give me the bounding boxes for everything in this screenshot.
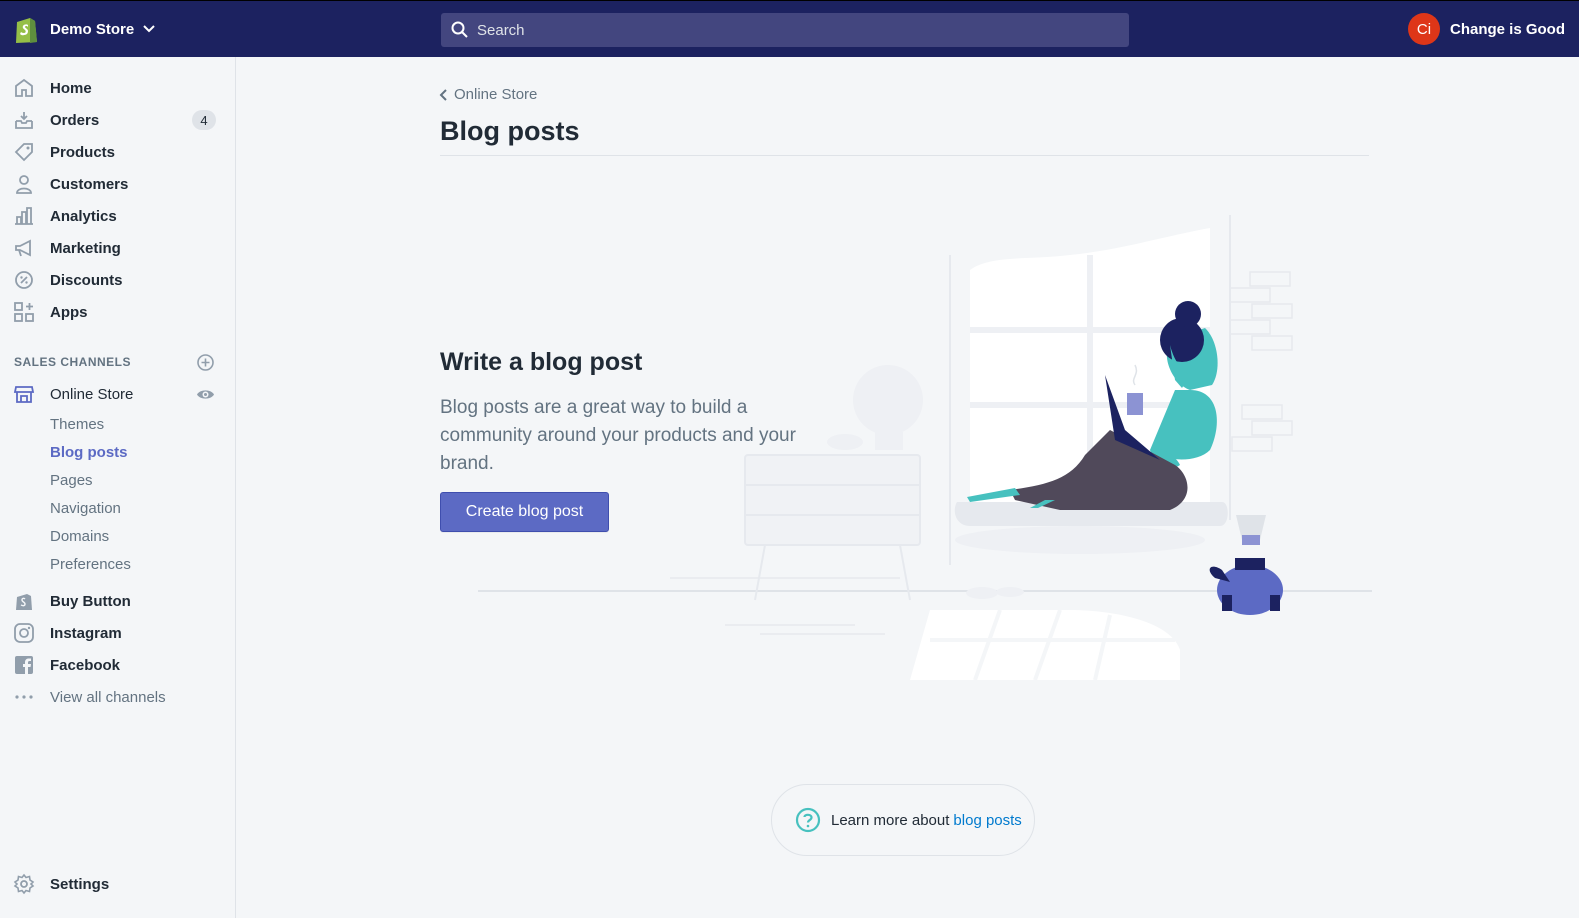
sidebar-item-discounts[interactable]: Discounts [0, 265, 235, 295]
sidebar-item-label: Apps [50, 303, 88, 321]
page-title: Blog posts [440, 116, 580, 146]
sidebar-subitem-preferences[interactable]: Preferences [50, 556, 131, 573]
sidebar-item-label: Home [50, 79, 92, 97]
sidebar: Home Orders 4 Products Customers Analyti… [0, 57, 236, 918]
sales-channels-heading: SALES CHANNELS [14, 355, 132, 369]
facebook-icon [15, 656, 33, 674]
sidebar-item-analytics[interactable]: Analytics [0, 201, 235, 231]
sidebar-item-label: Settings [50, 875, 110, 893]
sidebar-item-marketing[interactable]: Marketing [0, 233, 235, 263]
sidebar-item-label: Facebook [50, 656, 121, 674]
sidebar-item-apps[interactable]: Apps [0, 297, 235, 327]
store-name: Demo Store [50, 20, 135, 38]
sidebar-item-label: Customers [50, 175, 129, 193]
user-menu[interactable]: Ci Change is Good [1407, 13, 1565, 45]
buy-button-icon [16, 594, 32, 610]
instagram-icon [14, 623, 34, 643]
sidebar-item-label: View all channels [50, 688, 166, 706]
store-switcher[interactable]: Demo Store [14, 13, 156, 45]
breadcrumb: Online Store [454, 86, 538, 103]
user-name: Change is Good [1449, 20, 1565, 38]
empty-state-illustration [478, 215, 1372, 681]
sidebar-item-facebook[interactable]: Facebook [0, 650, 235, 680]
sidebar-item-view-all-channels[interactable]: View all channels [0, 682, 235, 712]
blog-posts-help-link[interactable]: blog posts [953, 812, 1021, 829]
home-icon [15, 78, 33, 97]
breadcrumb-back-link[interactable]: Online Store [438, 86, 537, 103]
sidebar-item-label: Marketing [50, 239, 121, 257]
sidebar-item-settings[interactable]: Settings [0, 869, 235, 899]
help-circle-icon [795, 807, 821, 833]
chevron-left-icon [439, 88, 447, 101]
search-placeholder: Search [477, 21, 525, 39]
store-icon [13, 386, 35, 403]
shopify-logo-icon [16, 18, 37, 43]
top-bar: Demo Store Search Ci Change is Good [0, 0, 1579, 57]
apps-icon [14, 302, 34, 322]
sidebar-subitem-domains[interactable]: Domains [50, 528, 109, 545]
sidebar-item-label: Orders [50, 111, 100, 129]
title-divider [440, 155, 1369, 156]
sidebar-item-label: Discounts [50, 271, 123, 289]
sidebar-item-label: Instagram [50, 624, 122, 642]
footer-help: Learn more about blog posts [771, 784, 1035, 856]
sidebar-item-products[interactable]: Products [0, 137, 235, 167]
orders-icon [15, 112, 33, 129]
eye-icon[interactable] [196, 385, 215, 404]
bar-chart-icon [15, 207, 33, 225]
gear-icon [13, 873, 35, 895]
sidebar-item-label: Analytics [50, 207, 117, 225]
tag-icon [14, 143, 33, 162]
search-input[interactable]: Search [441, 13, 1129, 47]
avatar: Ci [1407, 13, 1440, 45]
discount-icon [15, 271, 33, 289]
add-channel-icon[interactable] [196, 353, 215, 372]
sidebar-item-home[interactable]: Home [0, 73, 235, 103]
search-icon [451, 21, 468, 38]
sidebar-subitem-blog-posts[interactable]: Blog posts [50, 444, 128, 461]
chevron-down-icon [143, 25, 155, 33]
orders-count-badge: 4 [192, 110, 216, 130]
sidebar-item-instagram[interactable]: Instagram [0, 618, 235, 648]
sidebar-item-orders[interactable]: Orders 4 [0, 105, 235, 135]
sidebar-subitem-pages[interactable]: Pages [50, 472, 93, 489]
sidebar-item-label: Buy Button [50, 592, 131, 610]
sidebar-subitem-navigation[interactable]: Navigation [50, 500, 121, 517]
megaphone-icon [15, 239, 31, 257]
footer-help-text: Learn more about [831, 811, 950, 829]
sidebar-item-label: Online Store [50, 385, 134, 403]
sidebar-item-buy-button[interactable]: Buy Button [0, 586, 235, 616]
sidebar-subitem-themes[interactable]: Themes [50, 416, 104, 433]
sidebar-item-label: Products [50, 143, 116, 161]
more-horizontal-icon [15, 695, 33, 699]
person-icon [16, 175, 32, 194]
sidebar-item-customers[interactable]: Customers [0, 169, 235, 199]
